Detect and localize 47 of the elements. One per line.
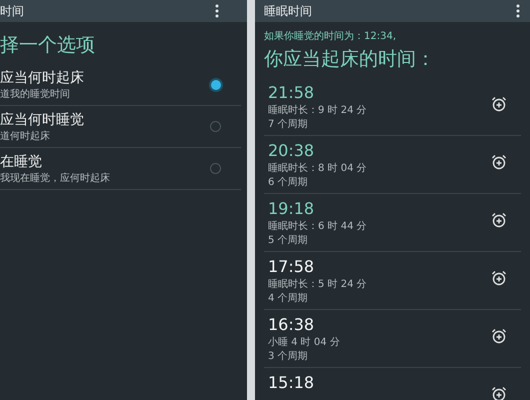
wake-time-row[interactable]: 16:38 小睡 4 时 04 分 3 个周期: [264, 310, 521, 368]
alarm-add-icon[interactable]: [491, 96, 507, 112]
wake-time: 20:38: [268, 140, 316, 161]
intro-text: 如果你睡觉的时间为：12:34,: [264, 30, 397, 44]
app-title: 睡眠时间: [264, 3, 312, 20]
cycle-count: 7 个周期: [268, 118, 309, 132]
option-row[interactable]: 应当何时起床 道我的睡觉时间: [0, 64, 241, 106]
option-row[interactable]: 在睡觉 我现在睡觉，应何时起床: [0, 148, 241, 190]
wake-time: 16:38: [268, 314, 316, 335]
cycle-count: 6 个周期: [268, 176, 309, 190]
cycle-count: 5 个周期: [268, 234, 309, 248]
option-title: 应当何时起床: [0, 69, 84, 88]
wake-time: 21:58: [268, 82, 316, 103]
section-heading: 你应当起床的时间：: [264, 47, 436, 72]
sleep-duration: 睡眠时长：8 时 04 分: [268, 162, 367, 176]
sleep-duration: 睡眠时长：5 时 24 分: [268, 278, 367, 292]
wake-time: 19:18: [268, 198, 316, 219]
section-heading: 择一个选项: [0, 33, 96, 58]
wake-time-row[interactable]: 17:58 睡眠时长：5 时 24 分 4 个周期: [264, 252, 521, 310]
alarm-add-icon[interactable]: [491, 270, 507, 286]
wake-time: 15:18: [268, 372, 314, 393]
wake-time-row[interactable]: 15:18: [264, 368, 521, 400]
alarm-add-icon[interactable]: [491, 154, 507, 170]
option-title: 应当何时睡觉: [0, 111, 84, 130]
cycle-count: 4 个周期: [268, 292, 309, 306]
sleep-duration: 睡眠时长：9 时 24 分: [268, 104, 367, 118]
app-title: 时间: [0, 3, 24, 20]
alarm-add-icon[interactable]: [491, 328, 507, 344]
option-title: 在睡觉: [0, 153, 43, 172]
overflow-menu-icon[interactable]: [215, 4, 219, 18]
option-subtitle: 道我的睡觉时间: [0, 88, 71, 101]
radio-button[interactable]: [210, 163, 221, 174]
radio-button[interactable]: [211, 80, 221, 90]
wake-time-row[interactable]: 19:18 睡眠时长：6 时 44 分 5 个周期: [264, 194, 521, 252]
wake-time: 17:58: [268, 256, 316, 277]
alarm-add-icon[interactable]: [491, 386, 507, 400]
option-subtitle: 我现在睡觉，应何时起床: [0, 172, 110, 185]
option-subtitle: 道何时起床: [0, 130, 51, 143]
sleep-duration: 睡眠时长：6 时 44 分: [268, 220, 367, 234]
option-row[interactable]: 应当何时睡觉 道何时起床: [0, 106, 241, 148]
wake-time-row[interactable]: 21:58 睡眠时长：9 时 24 分 7 个周期: [264, 78, 521, 136]
radio-button[interactable]: [210, 121, 221, 132]
overflow-menu-icon[interactable]: [516, 4, 520, 18]
wake-time-row[interactable]: 20:38 睡眠时长：8 时 04 分 6 个周期: [264, 136, 521, 194]
sleep-duration: 小睡 4 时 04 分: [268, 336, 340, 350]
alarm-add-icon[interactable]: [491, 212, 507, 228]
cycle-count: 3 个周期: [268, 350, 309, 364]
